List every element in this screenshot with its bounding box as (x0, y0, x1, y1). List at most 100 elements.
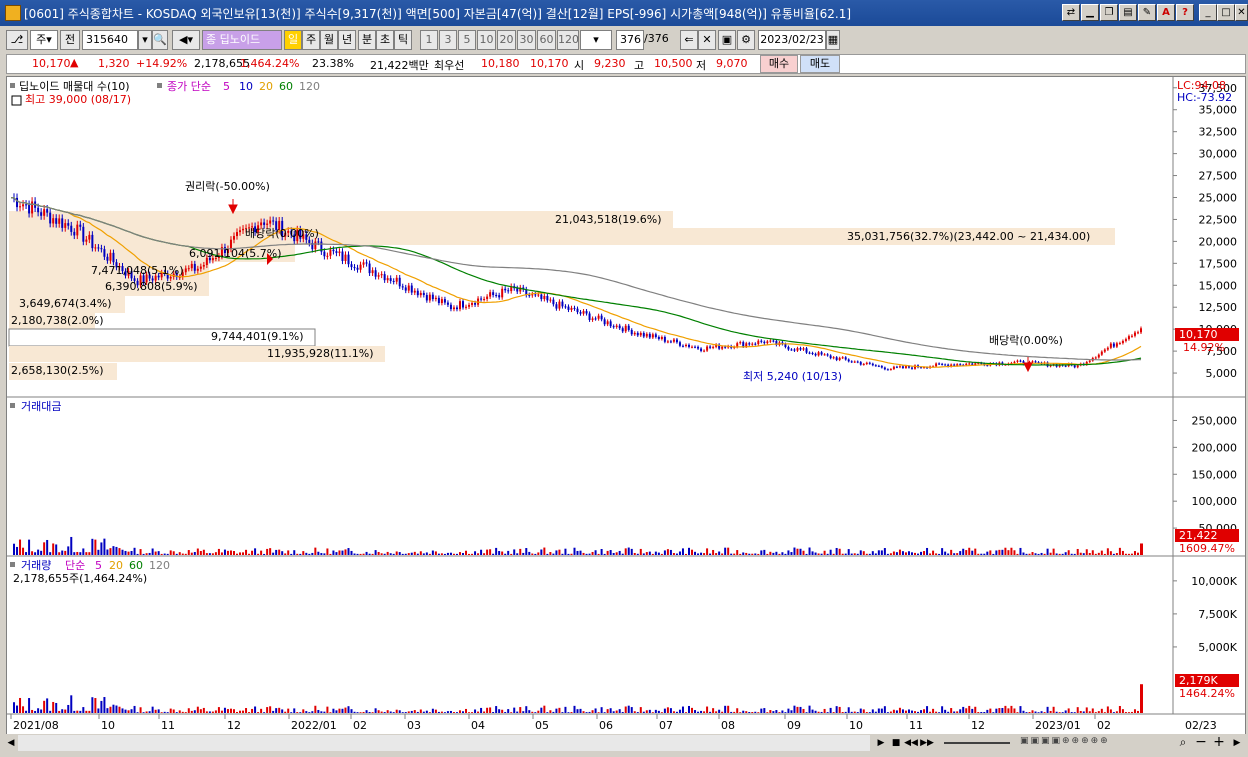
volume-bar (37, 708, 40, 713)
settings-icon[interactable]: ⚙ (737, 30, 755, 50)
restore-panel-icon[interactable]: ❐ (1100, 4, 1118, 21)
search-icon[interactable]: 🔍 (152, 30, 168, 50)
amount-bar (413, 551, 416, 555)
turnover-value: 23.38% (312, 57, 354, 70)
amount-bar (449, 552, 452, 555)
volume-bar (1055, 711, 1058, 713)
play-icon[interactable]: ▶ (874, 736, 888, 750)
speaker-icon[interactable]: ◀▾ (172, 30, 200, 50)
help-icon[interactable]: ? (1176, 4, 1194, 21)
edit-icon[interactable]: ✎ (1138, 4, 1156, 21)
link-icon[interactable]: ⇄ (1062, 4, 1080, 21)
amount-bar (22, 547, 25, 555)
alert-icon[interactable]: A (1157, 4, 1175, 21)
candle (904, 366, 907, 368)
period-tab-second[interactable]: 초 (376, 30, 394, 50)
volume-bar (181, 711, 184, 713)
candle (404, 287, 407, 291)
minimize-button[interactable]: _ (1199, 4, 1217, 21)
period-tab-year[interactable]: 년 (338, 30, 356, 50)
period-tab-tick[interactable]: 틱 (394, 30, 412, 50)
amount-bar (284, 553, 287, 555)
interval-3[interactable]: 3 (439, 30, 457, 50)
amount-bar (594, 550, 597, 555)
chart-tool-icon[interactable]: ⎇ (6, 30, 28, 50)
chart-area[interactable]: 37,500 35,000 32,500 30,000 27,500 25,000 22,5… (6, 76, 1246, 740)
layout-icon[interactable]: ▤ (1119, 4, 1137, 21)
count-input[interactable]: 376 (616, 30, 644, 50)
interval-30[interactable]: 30 (517, 30, 536, 50)
amount-bar (392, 553, 395, 555)
sell-button[interactable]: 매도 (800, 55, 840, 73)
interval-60[interactable]: 60 (537, 30, 556, 50)
zoom-search-icon[interactable]: ⌕ (1176, 735, 1190, 751)
date-input[interactable]: 2023/02/23 (758, 30, 826, 50)
maximize-button[interactable]: □ (1217, 4, 1235, 21)
volume-bar (130, 709, 133, 713)
amount-bar (1079, 552, 1082, 555)
y-tick-label: 27,500 (1199, 170, 1238, 183)
amount-bar (145, 553, 148, 555)
scroll-track[interactable] (18, 735, 870, 751)
interval-120[interactable]: 120 (557, 30, 579, 50)
period-tab-month[interactable]: 월 (320, 30, 338, 50)
candle (820, 352, 823, 355)
candle (811, 352, 814, 354)
code-dropdown-icon[interactable]: ▾ (138, 30, 152, 50)
stop-icon[interactable]: ■ (889, 736, 903, 750)
volume-bar (766, 712, 769, 713)
buy-button[interactable]: 매수 (760, 55, 798, 73)
calendar-icon[interactable]: ▦ (826, 30, 840, 50)
amount-bar (651, 553, 654, 555)
interval-20[interactable]: 20 (497, 30, 516, 50)
prev-icon[interactable]: ◀◀ (904, 736, 918, 750)
tool-icons[interactable]: ▣▣▣▣⊕⊕⊕⊕⊕ (1020, 736, 1160, 750)
minimize-panel-icon[interactable]: ▁ (1081, 4, 1099, 21)
amount-bar (923, 551, 926, 555)
drawing-tool-icon[interactable]: ✕ (698, 30, 716, 50)
candle (742, 342, 745, 347)
volume-bar (368, 711, 371, 713)
scroll-left-icon[interactable]: ◀ (4, 735, 18, 751)
prev-button[interactable]: 전 (60, 30, 80, 50)
close-button[interactable]: ✕ (1235, 4, 1248, 21)
code-input[interactable]: 315640 (82, 30, 138, 50)
candle (886, 369, 889, 371)
volume-bar (799, 706, 802, 713)
rights-annotation: 권리락(-50.00%) (185, 180, 270, 193)
volume-bar (609, 708, 612, 713)
interval-10[interactable]: 10 (477, 30, 496, 50)
candle (564, 306, 567, 308)
volume-bar (1010, 705, 1013, 713)
scroll-right-icon[interactable]: ▶ (1230, 735, 1244, 751)
zoom-slider[interactable] (944, 742, 1010, 744)
volume-bar (217, 707, 220, 713)
arrow-tool-icon[interactable]: ⇐ (680, 30, 698, 50)
amount-bar (1049, 552, 1052, 555)
volume-bar (97, 708, 100, 713)
period-tab-minute[interactable]: 분 (358, 30, 376, 50)
next-icon[interactable]: ▶▶ (920, 736, 934, 750)
zoom-out-icon[interactable]: − (1194, 735, 1208, 751)
volume-bar (504, 712, 507, 713)
interval-5[interactable]: 5 (458, 30, 476, 50)
volume-bar (178, 710, 181, 713)
amount-bar (754, 553, 757, 555)
amount-bar (751, 553, 754, 555)
period-tab-day[interactable]: 일 (284, 30, 302, 50)
type-select[interactable]: 주▾ (30, 30, 58, 50)
amount-bar (760, 550, 763, 555)
volume-bar (1034, 711, 1037, 713)
volume-bar (847, 707, 850, 713)
interval-select[interactable]: ▾ (580, 30, 612, 50)
save-icon[interactable]: ▣ (718, 30, 736, 50)
zoom-in-icon[interactable]: + (1212, 735, 1226, 751)
amount-bar (763, 549, 766, 555)
grid-icon[interactable] (11, 95, 22, 106)
y-tick-label: 32,500 (1199, 126, 1238, 139)
volume-bar (703, 711, 706, 713)
amount-bar (1025, 553, 1028, 555)
period-tab-week[interactable]: 주 (302, 30, 320, 50)
interval-1[interactable]: 1 (420, 30, 438, 50)
chart-svg[interactable]: 37,50035,00032,50030,00027,50025,00022,5… (7, 77, 1245, 739)
